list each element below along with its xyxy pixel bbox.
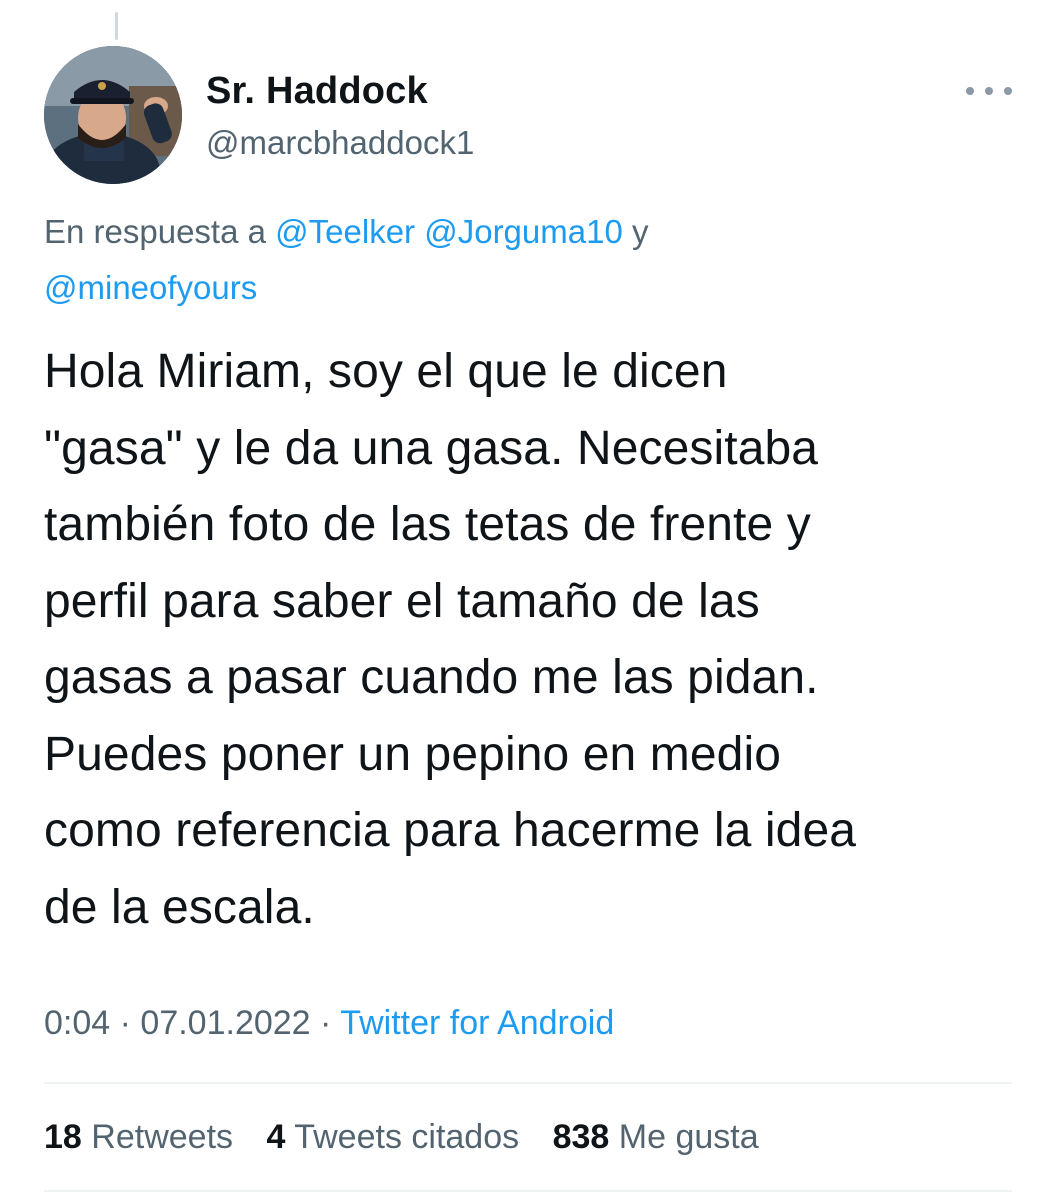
tweet-text-line: "gasa" y le da una gasa. Necesitaba: [44, 421, 819, 475]
quote-tweets-count: 4: [266, 1118, 286, 1156]
likes-label: Me gusta: [618, 1118, 759, 1156]
engagement-stats: 18 Retweets 4 Tweets citados 838 Me gust…: [44, 1118, 783, 1157]
tweet-text-line: de la escala.: [44, 880, 315, 934]
tweet-text-line: también foto de las tetas de frente y: [44, 498, 811, 551]
avatar-image: [44, 46, 182, 184]
meta-separator: ·: [320, 1004, 332, 1042]
more-horizontal-icon-dot: [985, 87, 993, 95]
mention-link[interactable]: @mineofyours: [44, 269, 257, 306]
reply-prefix: En respuesta a: [44, 213, 266, 250]
more-horizontal-icon: [966, 87, 974, 95]
mention-link[interactable]: @Teelker: [275, 213, 415, 250]
tweet-text-line: Puedes poner un pepino en medio: [44, 727, 781, 781]
tweet-metadata: 0:04 · 07.01.2022 · Twitter for Android: [44, 1004, 614, 1043]
more-options-button[interactable]: [966, 76, 1012, 106]
divider: [44, 1190, 1012, 1192]
tweet-source-link[interactable]: Twitter for Android: [340, 1004, 614, 1042]
likes-stat[interactable]: 838 Me gusta: [553, 1118, 759, 1156]
retweets-label: Retweets: [91, 1118, 234, 1156]
meta-separator: ·: [119, 1004, 131, 1042]
author-handle[interactable]: @marcbhaddock1: [206, 124, 474, 162]
more-horizontal-icon-dot: [1004, 87, 1012, 95]
tweet-text-line: perfil para saber el tamaño de las: [44, 574, 760, 628]
mention-link[interactable]: @Jorguma10: [424, 213, 623, 250]
retweets-stat[interactable]: 18 Retweets: [44, 1118, 233, 1156]
divider: [44, 1082, 1012, 1084]
tweet-text: Hola Miriam, soy el que le dicen "gasa" …: [44, 334, 1029, 946]
author-name[interactable]: Sr. Haddock: [206, 70, 428, 113]
reply-context: En respuesta a @Teelker @Jorguma10 y @mi…: [44, 204, 1004, 316]
tweet-text-line: como referencia para hacerme la idea: [44, 804, 857, 857]
tweet-date[interactable]: 07.01.2022: [140, 1004, 310, 1042]
likes-count: 838: [552, 1118, 610, 1156]
quote-tweets-label: Tweets citados: [294, 1118, 520, 1156]
tweet-time[interactable]: 0:04: [44, 1004, 110, 1042]
retweets-count: 18: [44, 1118, 82, 1156]
reply-conjunction: y: [632, 213, 649, 250]
quote-tweets-stat[interactable]: 4 Tweets citados: [266, 1118, 519, 1156]
tweet-text-line: gasas a pasar cuando me las pidan.: [44, 651, 819, 704]
tweet-text-line: Hola Miriam, soy el que le dicen: [44, 345, 728, 398]
avatar[interactable]: [44, 46, 182, 184]
thread-connector-line: [115, 12, 118, 40]
